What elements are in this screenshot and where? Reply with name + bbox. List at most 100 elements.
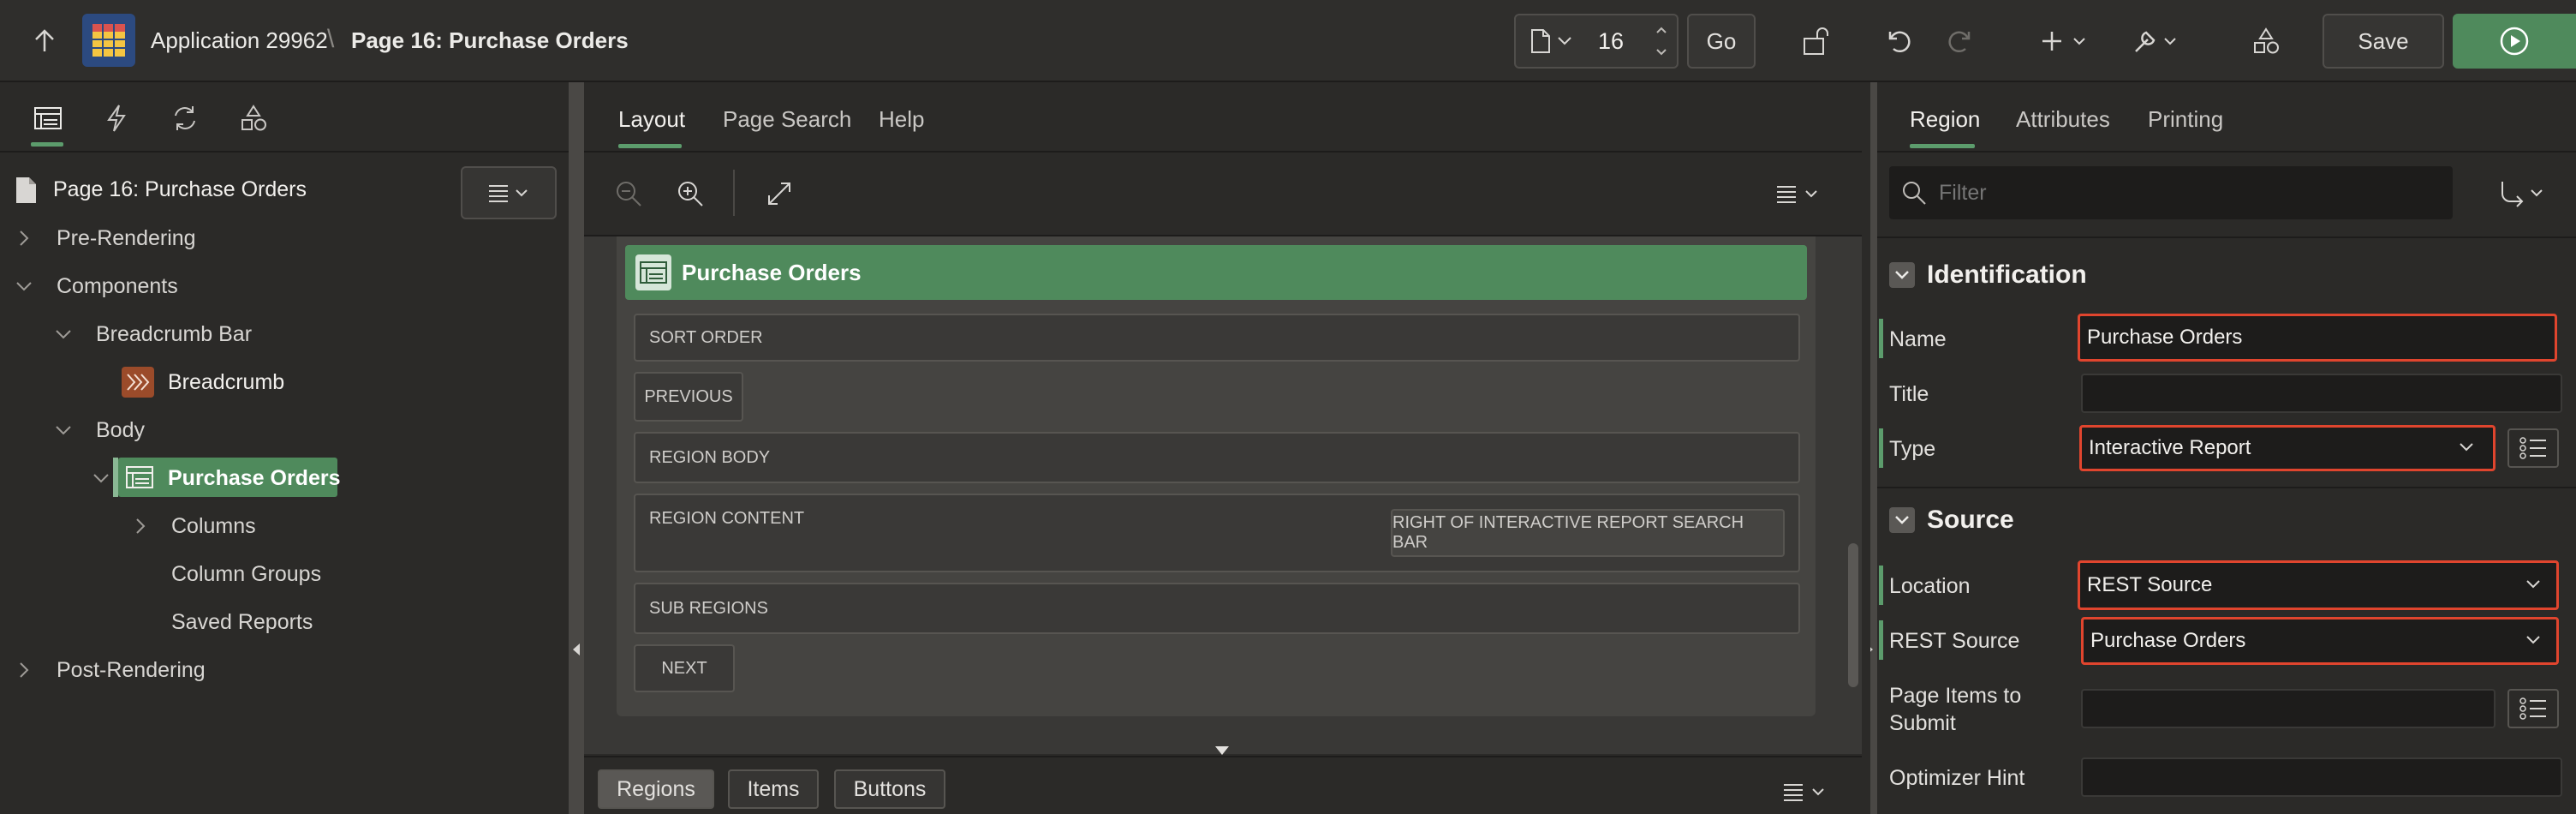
page-node-icon: [12, 175, 39, 206]
tree-root-label[interactable]: Page 16: Purchase Orders: [53, 177, 307, 202]
chevron-right-icon[interactable]: [14, 228, 34, 248]
gallery-toggle-icon[interactable]: [1214, 745, 1230, 756]
page-number-input[interactable]: 16: [1598, 28, 1624, 55]
slot-right-of-search-bar[interactable]: RIGHT OF INTERACTIVE REPORT SEARCH BAR: [1391, 509, 1785, 557]
tree-item-label: Saved Reports: [171, 609, 313, 634]
slot-sub-regions[interactable]: SUB REGIONS: [634, 583, 1800, 634]
gallery-tab-regions[interactable]: Regions: [598, 769, 714, 809]
gallery-menu-icon[interactable]: [1778, 775, 1833, 809]
page-items-field[interactable]: [2081, 689, 2496, 728]
breadcrumb-region-icon: [122, 367, 154, 398]
tab-region[interactable]: Region: [1910, 106, 1980, 133]
tree-item-label: Columns: [171, 513, 256, 538]
interactive-report-icon: [123, 463, 156, 492]
chevron-right-icon[interactable]: [130, 516, 151, 536]
chevron-down-icon[interactable]: [14, 276, 34, 296]
rendering-tab-icon[interactable]: [31, 101, 65, 135]
lock-page-icon[interactable]: [1798, 24, 1833, 58]
expand-icon[interactable]: [762, 177, 796, 211]
chevron-right-icon[interactable]: [14, 660, 34, 680]
create-menu-icon[interactable]: [2038, 24, 2093, 58]
list-icon: [2519, 697, 2546, 720]
app-icon[interactable]: [82, 14, 135, 67]
go-button[interactable]: Go: [1687, 14, 1756, 69]
tree-item-label: Pre-Rendering: [57, 225, 196, 250]
name-field[interactable]: Purchase Orders: [2078, 314, 2557, 362]
chevron-down-icon: [1558, 37, 1571, 45]
spinner-icon[interactable]: [1655, 22, 1668, 60]
optimizer-hint-field[interactable]: [2081, 757, 2562, 797]
label-name: Name: [1889, 327, 1947, 351]
tab-attributes[interactable]: Attributes: [2016, 106, 2110, 133]
gallery-tab-items[interactable]: Items: [728, 769, 819, 809]
tab-layout[interactable]: Layout: [618, 106, 685, 133]
tree-item-purchase-orders-selected[interactable]: Purchase Orders: [0, 454, 569, 502]
layout-scrollbar-thumb[interactable]: [1848, 543, 1858, 687]
slot-region-body[interactable]: REGION BODY: [634, 432, 1800, 483]
tree-item-label: Breadcrumb: [168, 369, 285, 394]
slot-sort-order[interactable]: SORT ORDER: [634, 314, 1800, 362]
run-page-button[interactable]: [2453, 14, 2576, 69]
utilities-wrench-icon[interactable]: [2129, 24, 2184, 58]
chevron-down-icon[interactable]: [53, 420, 74, 440]
tree-item-body[interactable]: Body: [0, 406, 569, 454]
page-items-list-button[interactable]: [2507, 689, 2559, 728]
redo-icon[interactable]: [1944, 24, 1978, 58]
go-to-group-icon[interactable]: [2496, 177, 2550, 211]
label-location: Location: [1889, 574, 1971, 598]
required-marker-type: [1879, 428, 1883, 468]
tree-item-breadcrumb[interactable]: Breadcrumb: [0, 358, 569, 406]
location-select[interactable]: REST Source: [2078, 560, 2559, 610]
tree-item-components[interactable]: Components: [0, 262, 569, 310]
breadcrumb-separator: \: [327, 25, 335, 53]
undo-icon[interactable]: [1881, 24, 1915, 58]
slot-next[interactable]: NEXT: [634, 644, 735, 692]
tab-printing[interactable]: Printing: [2148, 106, 2223, 133]
section-toggle-source[interactable]: [1889, 507, 1915, 533]
tree-item-saved-reports[interactable]: Saved Reports: [0, 598, 569, 646]
region-header[interactable]: Purchase Orders: [625, 245, 1807, 300]
tree-item-label: Post-Rendering: [57, 657, 206, 682]
chevron-down-icon: [1895, 271, 1909, 279]
left-tabs-divider: [0, 151, 569, 153]
filter-field[interactable]: [1889, 166, 2453, 219]
title-field[interactable]: [2081, 374, 2562, 413]
tree-item-pre-rendering[interactable]: Pre-Rendering: [0, 214, 569, 262]
save-button[interactable]: Save: [2323, 14, 2444, 69]
tree-item-columns[interactable]: Columns: [0, 502, 569, 550]
shared-components-tab-icon[interactable]: [236, 101, 271, 135]
chevron-down-icon[interactable]: [53, 324, 74, 344]
zoom-out-icon[interactable]: [611, 177, 646, 211]
label-page-items-line2: Submit: [1889, 711, 1956, 735]
shared-components-icon[interactable]: [2249, 24, 2283, 58]
filter-input[interactable]: [1939, 177, 2436, 209]
list-icon: [2519, 437, 2546, 459]
interactive-report-icon: [635, 254, 671, 290]
type-select[interactable]: Interactive Report: [2079, 425, 2496, 471]
tree-item-column-groups[interactable]: Column Groups: [0, 550, 569, 598]
chevron-down-icon[interactable]: [91, 468, 111, 488]
tree-menu-button[interactable]: [461, 166, 557, 219]
tab-page-search[interactable]: Page Search: [723, 106, 851, 133]
page-selector[interactable]: 16: [1514, 14, 1679, 69]
zoom-in-icon[interactable]: [673, 177, 707, 211]
app-name-link[interactable]: Application 29962: [151, 27, 328, 54]
section-toggle-identification[interactable]: [1889, 262, 1915, 288]
rest-source-select[interactable]: Purchase Orders: [2081, 617, 2559, 665]
layout-menu-icon[interactable]: [1771, 177, 1826, 211]
tree-item-breadcrumb-bar[interactable]: Breadcrumb Bar: [0, 310, 569, 358]
type-list-button[interactable]: [2507, 428, 2559, 468]
required-marker-location: [1879, 566, 1883, 605]
arrow-up-icon[interactable]: [29, 26, 60, 57]
label-optimizer-hint: Optimizer Hint: [1889, 766, 2025, 790]
tree-item-post-rendering[interactable]: Post-Rendering: [0, 646, 569, 694]
tab-help[interactable]: Help: [879, 106, 924, 133]
gallery-tab-buttons[interactable]: Buttons: [834, 769, 945, 809]
collapse-left-icon[interactable]: [572, 643, 581, 656]
processing-tab-icon[interactable]: [168, 101, 202, 135]
left-splitter[interactable]: [569, 82, 584, 814]
slot-previous[interactable]: PREVIOUS: [634, 372, 743, 422]
label-type: Type: [1889, 437, 1936, 461]
rest-source-select-value: Purchase Orders: [2090, 629, 2246, 652]
dynamic-actions-tab-icon[interactable]: [99, 101, 134, 135]
